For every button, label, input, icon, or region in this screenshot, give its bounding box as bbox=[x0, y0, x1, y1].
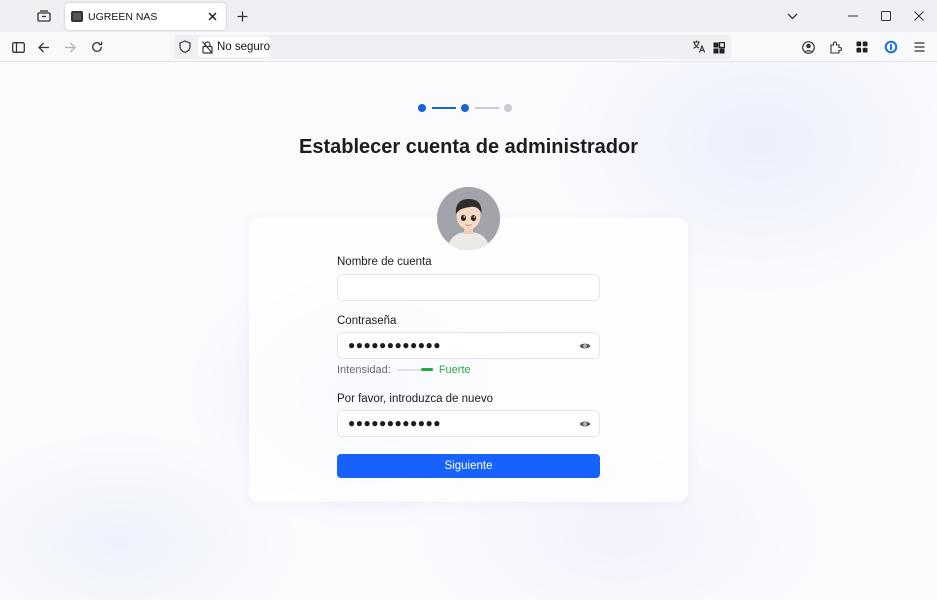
maximize-button[interactable] bbox=[876, 6, 896, 26]
extensions-button[interactable] bbox=[824, 36, 846, 58]
close-icon bbox=[914, 11, 924, 21]
sidebar-toggle-button[interactable] bbox=[7, 36, 29, 58]
account-button[interactable] bbox=[797, 36, 819, 58]
app-menu-button[interactable] bbox=[908, 36, 930, 58]
tab-list-button[interactable] bbox=[32, 5, 56, 27]
account-name-input[interactable] bbox=[337, 274, 600, 301]
chevron-down-icon bbox=[787, 13, 797, 19]
strength-value: Fuerte bbox=[438, 364, 471, 376]
tab-bar: UGREEN NAS bbox=[0, 0, 937, 32]
eye-icon bbox=[579, 421, 591, 427]
translate-button[interactable] bbox=[692, 40, 706, 58]
tab-ugreen-nas[interactable]: UGREEN NAS bbox=[65, 3, 226, 30]
confirm-password-input[interactable]: ●●●●●●●●●●●● bbox=[337, 410, 600, 437]
eye-icon bbox=[579, 343, 591, 349]
site-security-indicator[interactable]: No seguro bbox=[198, 37, 270, 57]
plus-icon bbox=[237, 11, 247, 21]
step-3-dot bbox=[504, 104, 512, 112]
setup-page: Establecer cuenta de administrador Nombr… bbox=[0, 62, 937, 600]
qr-code-icon bbox=[713, 41, 726, 54]
not-secure-label: No seguro bbox=[216, 41, 270, 53]
toggle-password-visibility-button[interactable] bbox=[579, 341, 591, 351]
minimize-button[interactable] bbox=[843, 6, 863, 26]
reload-icon bbox=[92, 41, 103, 52]
password-manager-button[interactable] bbox=[880, 36, 902, 58]
next-button[interactable]: Siguiente bbox=[337, 454, 600, 478]
account-icon bbox=[801, 40, 815, 54]
grid-icon bbox=[856, 41, 868, 53]
navigation-toolbar: No seguro bbox=[0, 32, 937, 62]
tab-list-icon bbox=[37, 10, 51, 22]
extensions-icon bbox=[829, 41, 842, 54]
qr-code-button[interactable] bbox=[713, 41, 726, 59]
forward-arrow-icon bbox=[65, 42, 76, 52]
list-all-tabs-button[interactable] bbox=[782, 6, 802, 26]
confirm-password-value: ●●●●●●●●●●●● bbox=[348, 416, 441, 430]
password-input[interactable]: ●●●●●●●●●●●● bbox=[337, 332, 600, 359]
page-title: Establecer cuenta de administrador bbox=[298, 136, 638, 158]
maximize-icon bbox=[881, 11, 891, 21]
minimize-icon bbox=[848, 15, 858, 17]
confirm-password-label: Por favor, introduzca de nuevo bbox=[337, 393, 493, 405]
step-1-connector bbox=[432, 107, 456, 109]
toggle-confirm-visibility-button[interactable] bbox=[579, 419, 591, 429]
back-arrow-icon bbox=[38, 42, 49, 52]
close-icon bbox=[208, 12, 216, 21]
account-name-label: Nombre de cuenta bbox=[337, 256, 432, 268]
forward-button[interactable] bbox=[59, 36, 81, 58]
not-secure-lock-icon bbox=[202, 40, 213, 54]
tab-close-button[interactable] bbox=[204, 9, 220, 25]
shield-icon bbox=[179, 40, 191, 53]
translate-icon bbox=[693, 40, 706, 53]
password-label: Contraseña bbox=[337, 315, 397, 327]
password-strength: Intensidad: Fuerte bbox=[337, 363, 471, 377]
new-tab-button[interactable] bbox=[232, 6, 252, 26]
url-bar[interactable]: No seguro bbox=[174, 35, 731, 59]
sidebar-icon bbox=[11, 41, 25, 53]
strength-meter-fill bbox=[420, 368, 433, 371]
strength-meter bbox=[396, 368, 433, 371]
apps-button[interactable] bbox=[851, 36, 873, 58]
password-value: ●●●●●●●●●●●● bbox=[348, 338, 441, 352]
nas-favicon-icon bbox=[71, 11, 83, 22]
avatar-image bbox=[437, 187, 500, 250]
password-manager-icon bbox=[884, 40, 898, 54]
strength-label: Intensidad: bbox=[337, 364, 391, 376]
avatar bbox=[437, 187, 500, 250]
tab-title: UGREEN NAS bbox=[88, 10, 158, 23]
reload-button[interactable] bbox=[86, 36, 108, 58]
hamburger-menu-icon bbox=[914, 42, 924, 52]
back-button[interactable] bbox=[33, 36, 55, 58]
step-2-connector bbox=[475, 107, 499, 109]
close-window-button[interactable] bbox=[909, 6, 929, 26]
setup-stepper bbox=[418, 103, 514, 113]
tracking-protection-button[interactable] bbox=[179, 40, 191, 58]
step-1-dot bbox=[418, 104, 426, 112]
step-2-dot bbox=[461, 104, 469, 112]
